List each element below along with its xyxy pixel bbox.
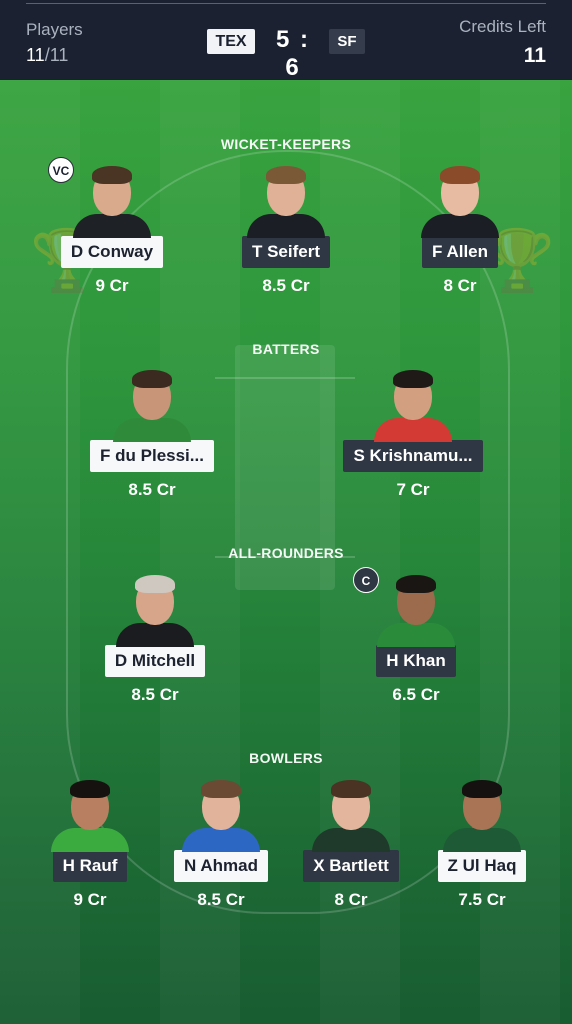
player-card-mitchell[interactable]: D Mitchell 8.5 Cr: [80, 571, 230, 705]
player-credit: 8.5 Cr: [197, 890, 245, 909]
player-card-krishnamurthi[interactable]: S Krishnamu... 7 Cr: [338, 366, 488, 500]
credits-left-value: 11: [523, 44, 546, 67]
player-card-allen[interactable]: F Allen 8 Cr: [385, 162, 535, 296]
player-name: H Rauf: [52, 850, 128, 882]
player-name: X Bartlett: [303, 850, 399, 882]
player-name: H Khan: [376, 645, 456, 677]
player-avatar: [72, 162, 152, 238]
team-split-score: 5 : 6: [275, 26, 310, 81]
player-card-rauf[interactable]: H Rauf 9 Cr: [15, 776, 165, 910]
player-name: F du Plessi...: [90, 440, 214, 472]
player-card-du-plessis[interactable]: F du Plessi... 8.5 Cr: [77, 366, 227, 500]
section-wicket-keepers: WICKET-KEEPERS: [220, 136, 352, 152]
player-card-ul-haq[interactable]: Z Ul Haq 7.5 Cr: [407, 776, 557, 910]
credits-left-label: Credits Left: [459, 17, 546, 36]
header-divider: [26, 3, 546, 4]
players-selected: 11: [26, 45, 45, 65]
player-avatar: [420, 162, 500, 238]
player-name: F Allen: [421, 236, 499, 268]
section-batters: BATTERS: [252, 341, 320, 357]
player-name: Z Ul Haq: [437, 850, 527, 882]
player-avatar: [112, 366, 192, 442]
player-avatar: [50, 776, 130, 852]
player-avatar: [115, 571, 195, 647]
player-card-seifert[interactable]: T Seifert 8.5 Cr: [211, 162, 361, 296]
pitch-crease: [215, 377, 355, 379]
score-header: Players 11/11 TEX 5 : 6 SF Credits Left …: [0, 0, 572, 81]
player-avatar: [442, 776, 522, 852]
captain-badge: C: [353, 567, 379, 593]
players-total: /11: [44, 45, 69, 65]
player-credit: 7.5 Cr: [458, 890, 506, 909]
players-count: 11/11: [26, 45, 68, 66]
player-credit: 6.5 Cr: [392, 685, 440, 704]
player-credit: 8 Cr: [334, 890, 368, 909]
player-avatar: [246, 162, 326, 238]
player-credit: 7 Cr: [396, 480, 430, 499]
players-label: Players: [26, 20, 83, 39]
section-bowlers: BOWLERS: [249, 750, 323, 766]
player-avatar: [181, 776, 261, 852]
team-b-badge: SF: [329, 29, 365, 54]
player-credit: 8.5 Cr: [128, 480, 176, 499]
section-all-rounders: ALL-ROUNDERS: [228, 545, 344, 561]
team-a-badge: TEX: [207, 29, 255, 54]
player-avatar: [373, 366, 453, 442]
player-credit: 8.5 Cr: [131, 685, 179, 704]
player-credit: 8 Cr: [443, 276, 477, 295]
player-credit: 8.5 Cr: [262, 276, 310, 295]
player-name: D Conway: [60, 236, 164, 268]
player-name: T Seifert: [241, 236, 331, 268]
player-credit: 9 Cr: [95, 276, 129, 295]
player-credit: 9 Cr: [73, 890, 107, 909]
player-avatar: [376, 571, 456, 647]
player-avatar: [311, 776, 391, 852]
player-name: S Krishnamu...: [343, 440, 483, 472]
player-name: N Ahmad: [174, 850, 268, 882]
vice-captain-badge: VC: [48, 157, 74, 183]
player-card-bartlett[interactable]: X Bartlett 8 Cr: [276, 776, 426, 910]
player-card-ahmad[interactable]: N Ahmad 8.5 Cr: [146, 776, 296, 910]
player-name: D Mitchell: [104, 645, 206, 677]
